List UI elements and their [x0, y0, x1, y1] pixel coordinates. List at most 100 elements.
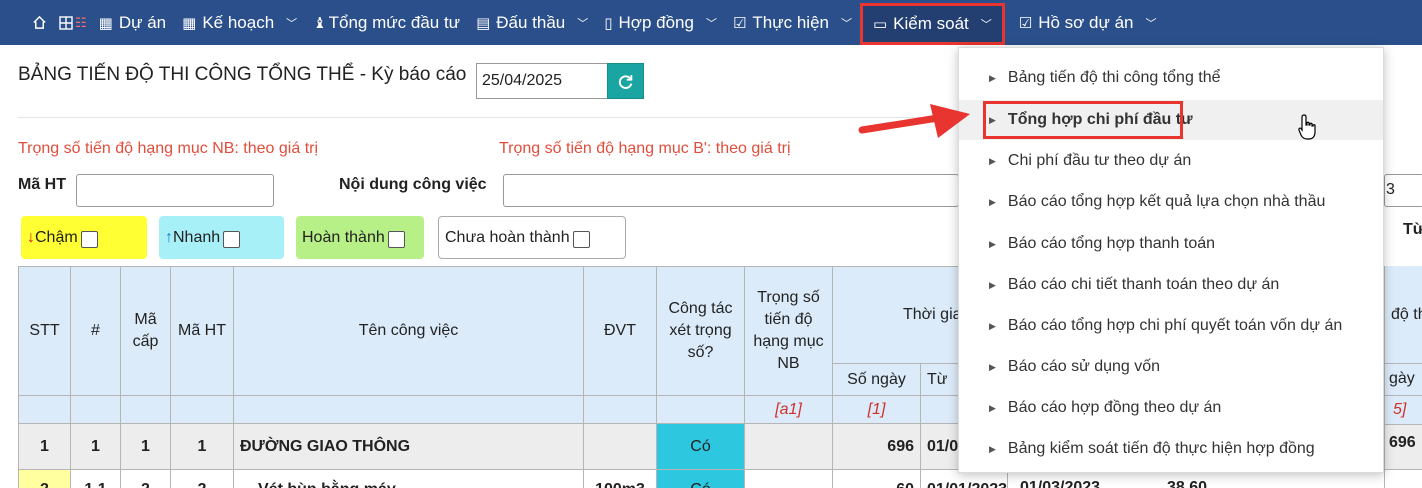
cell-ten: ĐƯỜNG GIAO THÔNG: [233, 423, 584, 470]
th-hash: #: [70, 266, 121, 396]
filter-label: Hoàn thành: [302, 228, 385, 246]
chevron-down-icon: ﹀: [1145, 17, 1157, 30]
calendar-icon: ▦: [182, 14, 197, 32]
red-arrow-icon: [858, 104, 970, 138]
cell-cong-tac[interactable]: Có: [656, 423, 745, 470]
cell-trong-so: [744, 423, 833, 470]
filter-cham[interactable]: ↓ Chậm: [21, 216, 147, 259]
th-idx-a1: [a1]: [744, 395, 833, 424]
filter-chua-hoan-thanh[interactable]: Chưa hoàn thành: [438, 216, 626, 259]
dd-item-label: Bảng kiểm soát tiến độ thực hiện hợp đồn…: [1007, 440, 1315, 457]
refresh-button[interactable]: [607, 63, 644, 99]
nhanh-checkbox[interactable]: [223, 231, 241, 248]
noi-dung-input[interactable]: [503, 174, 959, 207]
ma-ht-label: Mã HT: [18, 176, 66, 193]
cell-hash: 1.1: [70, 469, 121, 488]
dd-item-hop-dong-theo-du-an[interactable]: ▶ Báo cáo hợp đồng theo dự án: [959, 388, 1383, 428]
dd-item-bang-tien-do[interactable]: ▶ Bảng tiến độ thi công tổng thể: [959, 58, 1383, 98]
header-divider: [18, 117, 958, 118]
arrow-up-icon: ↑: [165, 228, 173, 246]
arrow-down-icon: ↓: [27, 228, 35, 246]
ma-ht-input[interactable]: [76, 174, 274, 207]
nav-ke-hoach[interactable]: ▦ Kế hoạch ﹀: [174, 0, 305, 45]
top-navbar: ☷ ▦ Dự án ▦ Kế hoạch ﹀ ♝ Tổng mức đầu tư…: [0, 0, 1422, 45]
caret-right-icon: ▶: [989, 361, 996, 372]
grid-plus-icon: [59, 15, 73, 30]
folder-check-icon: ☑: [1018, 14, 1033, 32]
table-row[interactable]: 2 1.1 2 2 Vét bùn bằng máy 100m3 Có 60 0…: [18, 469, 1009, 488]
weight-note-b: Trọng số tiến độ hạng mục B': theo giá t…: [499, 140, 791, 157]
th-so-ngay: Số ngày: [832, 363, 921, 396]
nav-hop-dong[interactable]: ▯ Hợp đồng ﹀: [596, 0, 725, 45]
nav-dau-thau[interactable]: ▤ Đấu thầu ﹀: [468, 0, 596, 45]
th-dvt: ĐVT: [583, 266, 657, 396]
filter-label: Chậm: [35, 228, 78, 246]
caret-right-icon: ▶: [989, 238, 996, 249]
filter-label: Chưa hoàn thành: [445, 228, 570, 246]
dd-item-kiem-soat-tien-do[interactable]: ▶ Bảng kiểm soát tiến độ thực hiện hợp đ…: [959, 429, 1383, 469]
dd-item-label: Chi phí đầu tư theo dự án: [1007, 152, 1192, 169]
dd-item-quyet-toan-von[interactable]: ▶ Báo cáo tổng hợp chi phí quyết toán vố…: [959, 306, 1383, 346]
th-ma-cap: Mã cấp: [120, 266, 171, 396]
report-date-input[interactable]: 25/04/2025: [476, 63, 608, 99]
cell-edge-row1: 696: [1389, 434, 1416, 451]
hoan-thanh-checkbox[interactable]: [387, 231, 405, 248]
th-cong-tac: Công tác xét trọng số?: [656, 266, 745, 396]
chevron-down-icon: ﹀: [577, 17, 589, 30]
dd-item-label: Báo cáo sử dụng vốn: [1007, 358, 1161, 375]
nav-label: Thực hiện: [752, 12, 829, 32]
edge-tu-label: Từ: [1403, 221, 1422, 238]
money-bag-icon: ♝: [313, 14, 327, 32]
hand-cursor-icon: [1298, 114, 1316, 140]
cell-cong-tac[interactable]: Có: [656, 469, 745, 488]
check-square-icon: ☑: [732, 14, 747, 32]
caret-right-icon: ▶: [989, 155, 996, 166]
chua-hoan-thanh-checkbox[interactable]: [572, 231, 590, 248]
th-edge-idx: 5]: [1393, 401, 1407, 418]
th-trong-so: Trọng số tiến độ hạng mục NB: [744, 266, 833, 396]
dd-item-chi-phi-theo-du-an[interactable]: ▶ Chi phí đầu tư theo dự án: [959, 141, 1383, 181]
filter-label: Nhanh: [173, 228, 221, 246]
home-button[interactable]: [0, 0, 55, 45]
chevron-down-icon: ﹀: [705, 17, 717, 30]
weight-note-nb: Trọng số tiến độ hạng mục NB: theo giá t…: [18, 140, 319, 157]
cell-stt: 1: [18, 423, 71, 470]
caret-right-icon: ▶: [989, 443, 996, 454]
cham-checkbox[interactable]: [80, 231, 98, 248]
cell-dvt: [583, 423, 657, 470]
nav-du-an[interactable]: ▦ Dự án: [91, 0, 174, 45]
highlight-box: [983, 101, 1183, 139]
caret-right-icon: ▶: [989, 279, 996, 290]
right-edge-column: độ th gày 5] 696: [1384, 266, 1422, 488]
nav-ho-so[interactable]: ☑ Hồ sơ dự án ﹀: [1005, 0, 1165, 45]
cell-ma-cap: 2: [120, 469, 171, 488]
th-ten-cong-viec: Tên công việc: [233, 266, 584, 396]
cell-ma-cap: 1: [120, 423, 171, 470]
nav-tong-muc[interactable]: ♝ Tổng mức đầu tư: [305, 0, 468, 45]
cell-den: 01/03/2023: [1020, 479, 1101, 488]
home-icon: [33, 15, 46, 29]
edge-text: 3: [1386, 181, 1395, 198]
filter-hoan-thanh[interactable]: Hoàn thành: [296, 216, 424, 259]
grid-red-icon: ☷: [75, 14, 87, 30]
chevron-down-icon: ﹀: [286, 17, 298, 30]
dd-item-su-dung-von[interactable]: ▶ Báo cáo sử dụng vốn: [959, 347, 1383, 387]
nav-thuc-hien[interactable]: ☑ Thực hiện ﹀: [725, 0, 860, 45]
dd-item-lua-chon-nha-thau[interactable]: ▶ Báo cáo tổng hợp kết quả lựa chọn nhà …: [959, 182, 1383, 222]
nav-label: Kiểm soát: [893, 14, 969, 33]
cell-so-ngay: 60: [832, 469, 921, 488]
dd-item-chi-tiet-thanh-toan[interactable]: ▶ Báo cáo chi tiết thanh toán theo dự án: [959, 265, 1383, 305]
caret-right-icon: ▶: [989, 402, 996, 413]
dd-item-tong-hop-thanh-toan[interactable]: ▶ Báo cáo tổng hợp thanh toán: [959, 224, 1383, 264]
refresh-icon: [618, 74, 633, 89]
filter-nhanh[interactable]: ↑ Nhanh: [159, 216, 284, 259]
nav-label: Đấu thầu: [496, 12, 566, 32]
page-title: BẢNG TIẾN ĐỘ THI CÔNG TỔNG THỂ - Kỳ báo …: [18, 64, 467, 85]
dd-item-label: Bảng tiến độ thi công tổng thể: [1007, 69, 1221, 86]
nav-kiem-soat[interactable]: ▭ Kiểm soát ﹀: [859, 3, 1005, 45]
grid-button[interactable]: ☷: [55, 0, 91, 45]
table-row[interactable]: 1 1 1 1 ĐƯỜNG GIAO THÔNG Có 696 01/0: [18, 423, 1009, 470]
cell-dvt: 100m3: [583, 469, 657, 488]
th-edge-do-th: độ th: [1391, 306, 1422, 323]
noi-dung-label: Nội dung công việc: [339, 176, 487, 193]
